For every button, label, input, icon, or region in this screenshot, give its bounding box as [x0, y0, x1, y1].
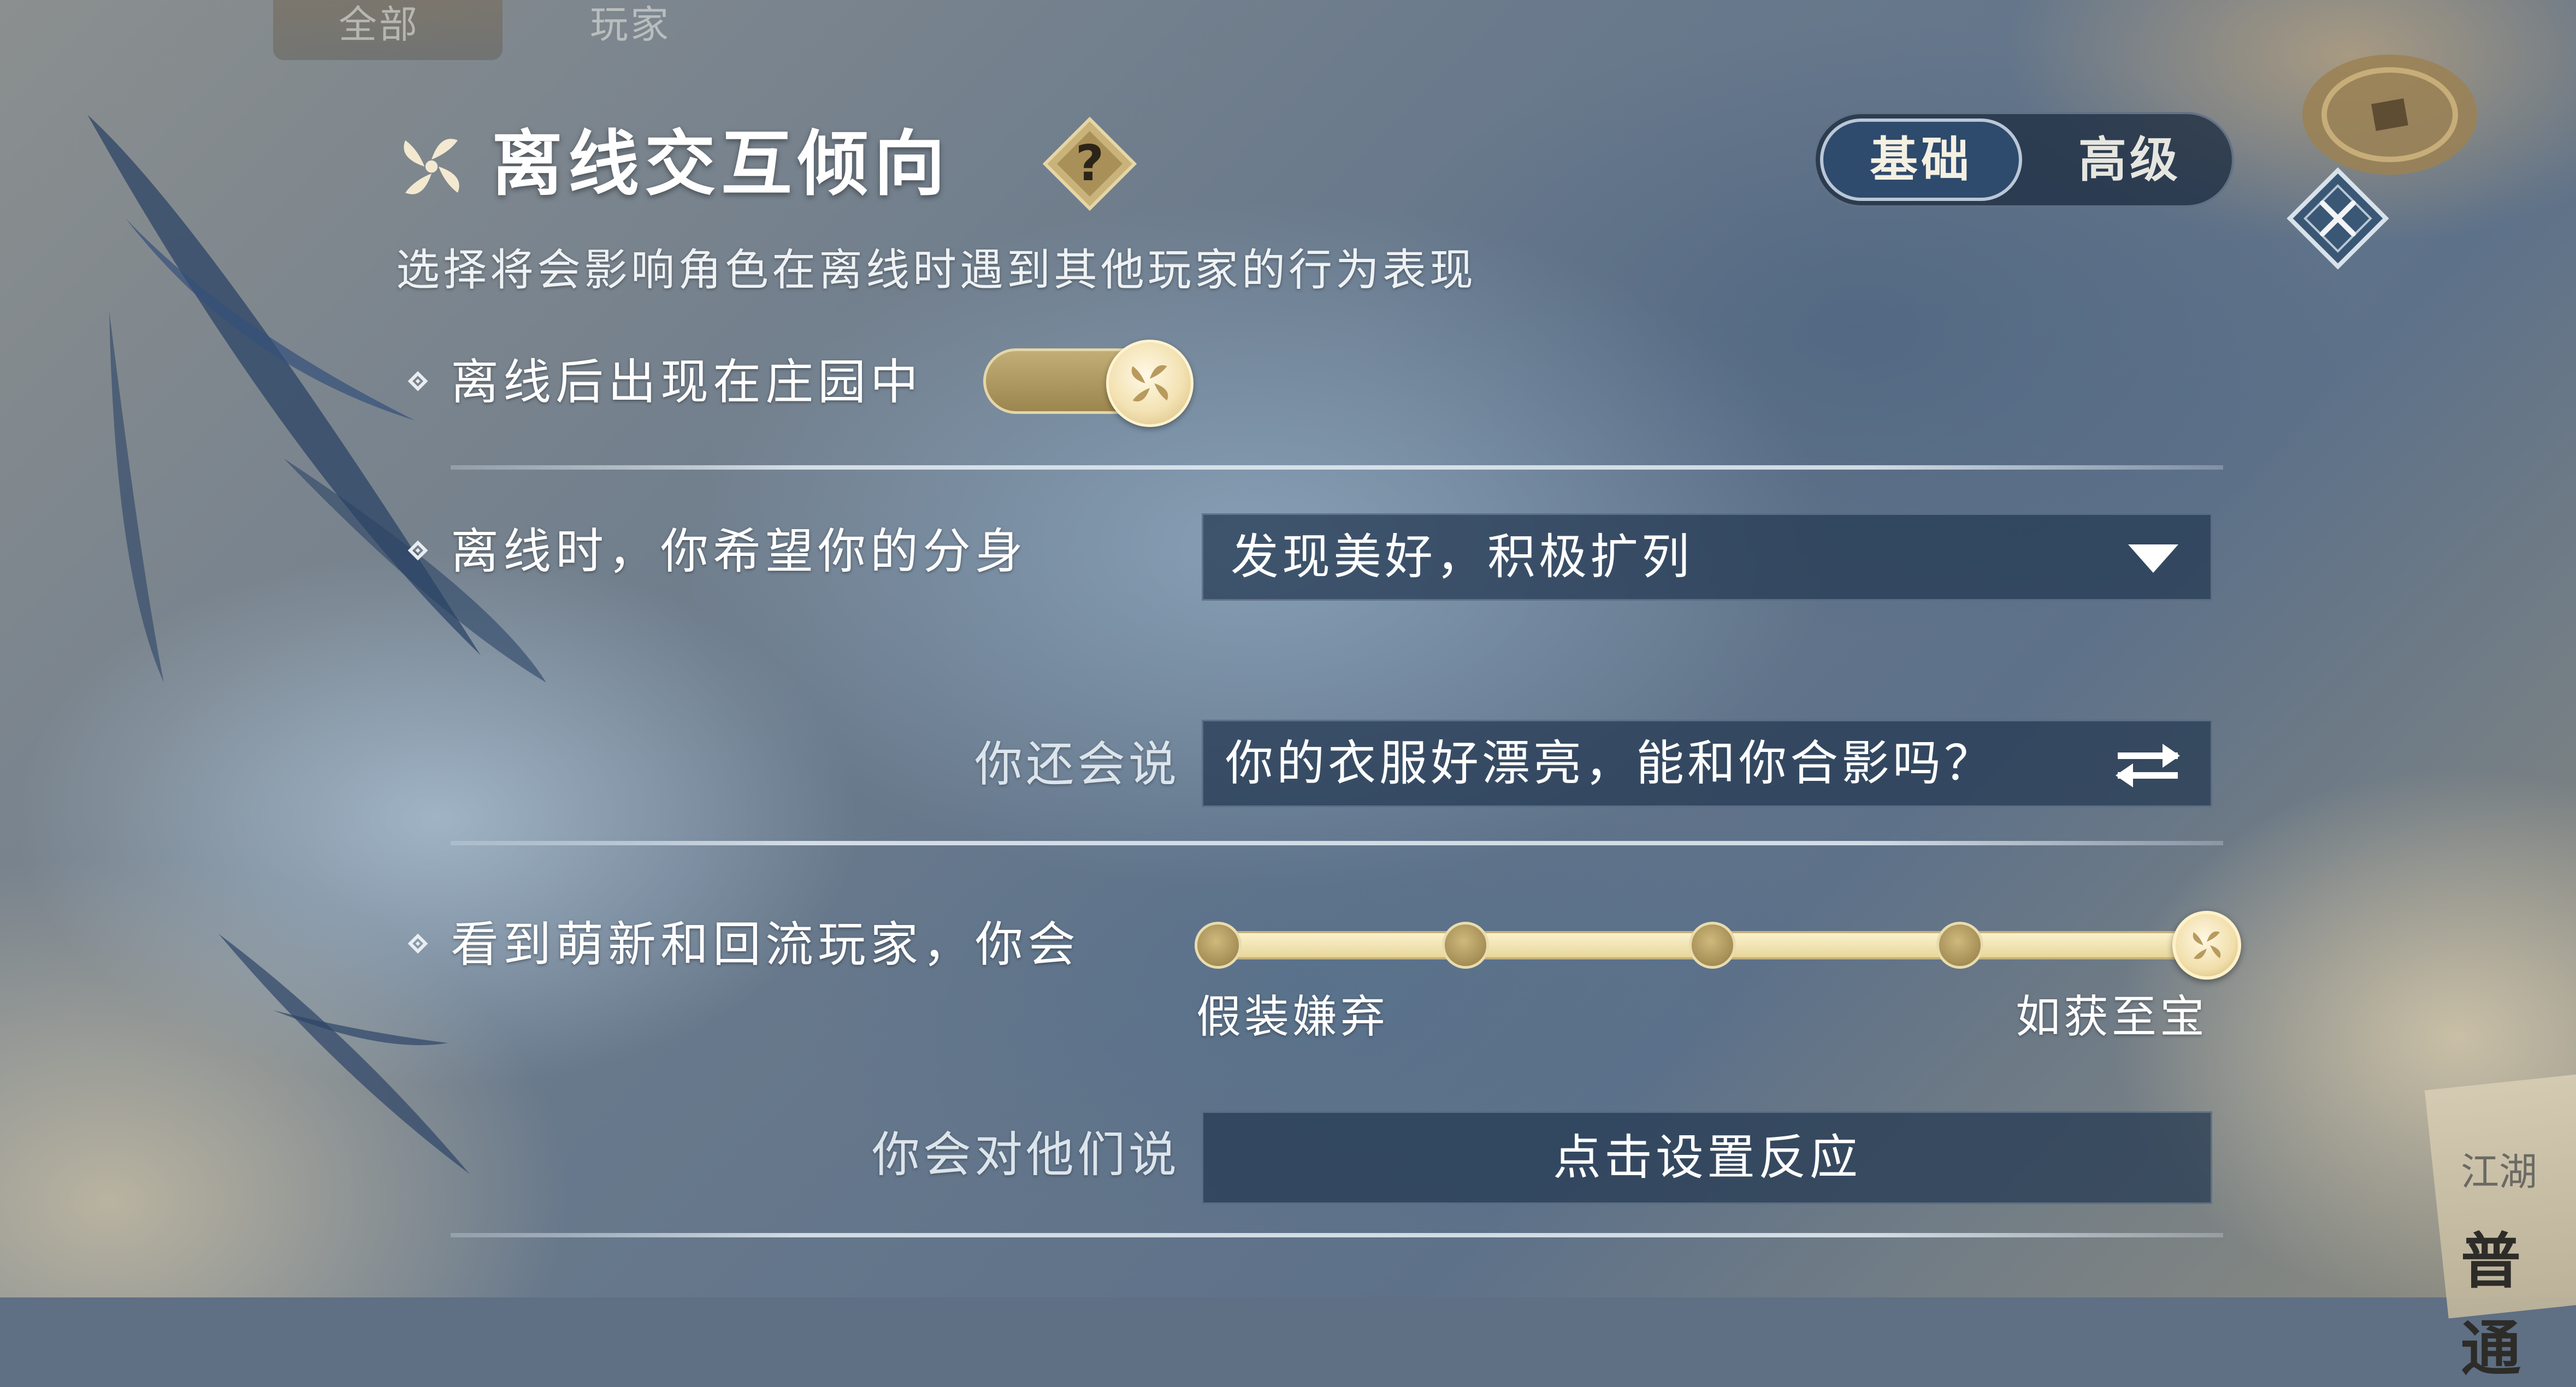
slider-min-label: 假装嫌弃: [1196, 991, 1389, 1043]
side-card-line1: 江湖: [2461, 1149, 2537, 1194]
slider-max-label: 如获至宝: [2016, 991, 2208, 1043]
also-say-label: 你还会说: [974, 736, 1180, 792]
bullet-icon: [407, 540, 428, 561]
help-icon-glyph: ?: [1075, 135, 1104, 192]
pinwheel-icon: [404, 139, 459, 194]
pinwheel-icon: [1131, 365, 1168, 402]
help-icon[interactable]: ?: [1041, 115, 1139, 213]
section-divider: [451, 841, 2223, 845]
side-card-line2: 普通: [2461, 1226, 2521, 1384]
also-say-field[interactable]: 你的衣服好漂亮，能和你合影吗？: [1202, 720, 2212, 807]
bullet-icon: [407, 933, 428, 954]
also-say-text: 你的衣服好漂亮，能和你合影吗？: [1225, 735, 1996, 791]
mode-advanced-button[interactable]: 高级: [2029, 118, 2231, 201]
dropdown-arrow-icon: [2128, 544, 2178, 573]
slider-stop[interactable]: [1689, 922, 1736, 969]
clone-behavior-dropdown[interactable]: 发现美好，积极扩列: [1202, 513, 2212, 601]
bullet-icon: [407, 371, 428, 392]
page-title: 离线交互倾向: [492, 122, 951, 205]
say-to-them-label: 你会对他们说: [871, 1127, 1180, 1183]
set-reaction-label: 点击设置反应: [1552, 1129, 1861, 1186]
section-divider: [451, 1233, 2223, 1237]
clone-behavior-selected: 发现美好，积极扩列: [1231, 529, 1693, 585]
appear-in-manor-label: 离线后出现在庄园中: [451, 354, 923, 410]
slider-stop[interactable]: [1441, 922, 1489, 969]
clone-behavior-label: 离线时，你希望你的分身: [451, 523, 1028, 579]
set-reaction-button[interactable]: 点击设置反应: [1202, 1111, 2212, 1204]
slider-stop[interactable]: [1195, 922, 1242, 969]
slider-thumb[interactable]: [2172, 911, 2241, 980]
page-subtitle: 选择将会影响角色在离线时遇到其他玩家的行为表现: [396, 245, 1476, 295]
toggle-knob[interactable]: [1106, 340, 1194, 427]
close-icon[interactable]: [2283, 164, 2392, 273]
swap-icon[interactable]: [2112, 740, 2183, 790]
mode-switch: 基础 高级: [1813, 112, 2234, 208]
slider-stop[interactable]: [1936, 922, 1983, 969]
newcomer-attitude-label: 看到萌新和回流玩家，你会: [451, 916, 1080, 973]
offline-interaction-panel: 离线交互倾向 ? 选择将会影响角色在离线时遇到其他玩家的行为表现 基础 高级 离…: [0, 0, 2576, 1297]
pinwheel-icon: [2193, 931, 2221, 959]
mode-basic-button[interactable]: 基础: [1820, 118, 2022, 201]
section-divider: [451, 465, 2223, 470]
